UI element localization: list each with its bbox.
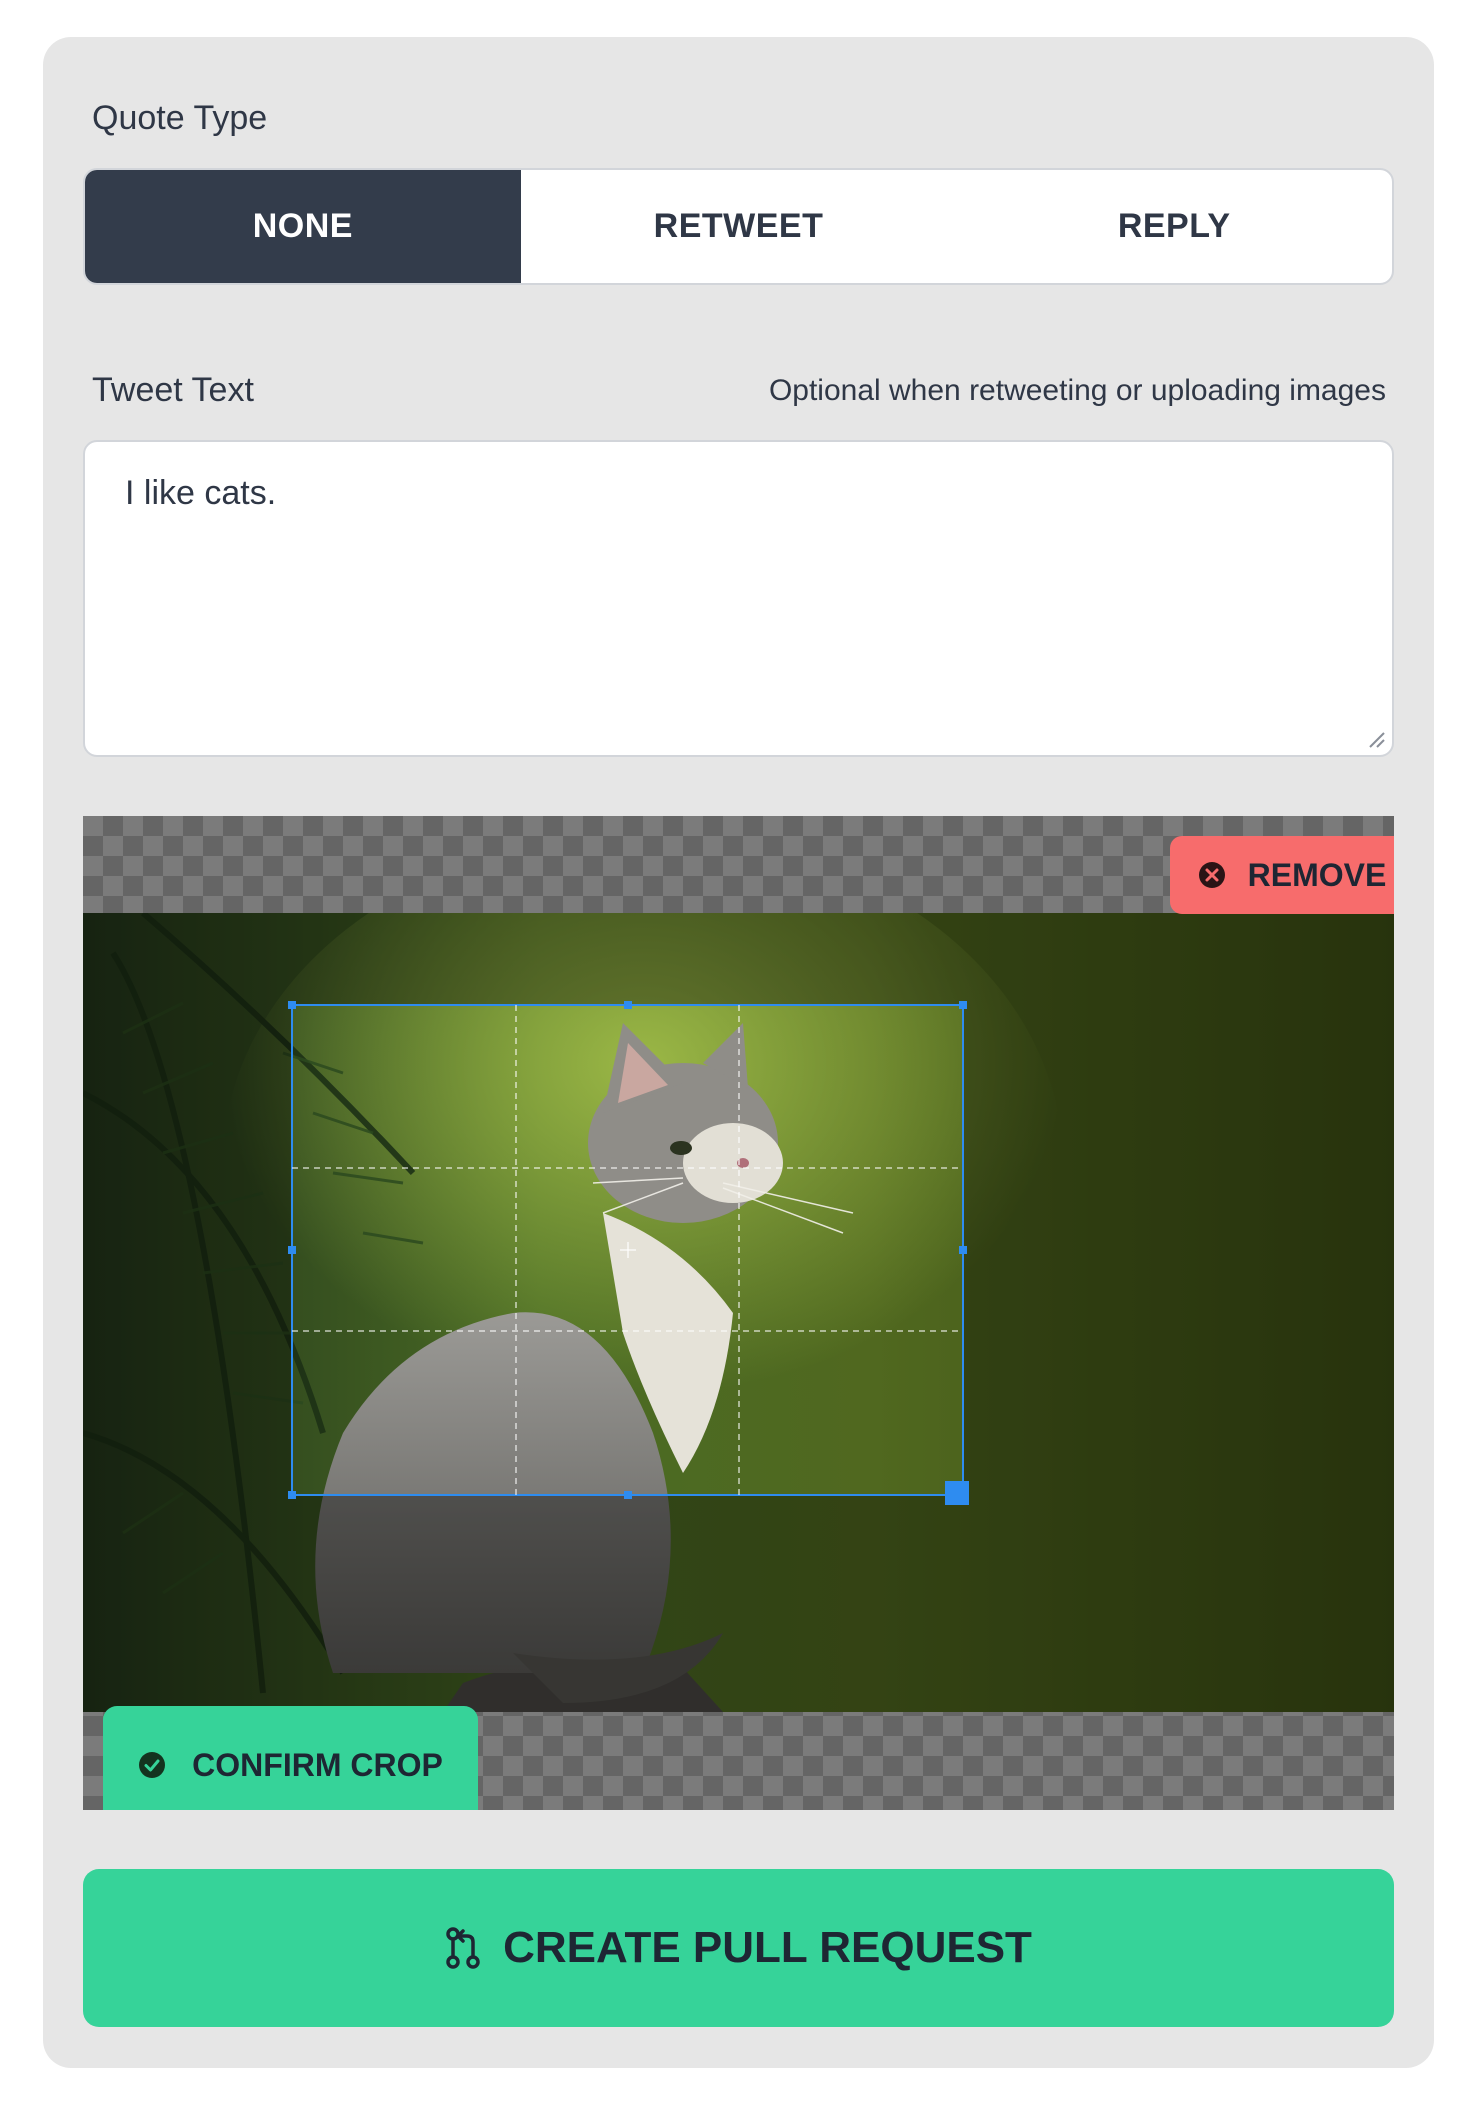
tweet-text-hint: Optional when retweeting or uploading im… <box>768 374 1386 407</box>
check-circle-icon <box>139 1752 166 1778</box>
confirm-crop-label: CONFIRM CROP <box>192 1746 443 1783</box>
x-circle-icon <box>1198 862 1225 888</box>
quote-type-option-retweet[interactable]: RETWEET <box>521 170 957 283</box>
kitten-photo <box>83 913 1394 1712</box>
create-pull-request-button[interactable]: CREATE PULL REQUEST <box>83 1869 1394 2027</box>
remove-image-button[interactable]: REMOVE <box>1170 836 1394 914</box>
create-pull-request-label: CREATE PULL REQUEST <box>503 1923 1032 1972</box>
tweet-text-input[interactable]: I like cats. <box>83 440 1394 757</box>
resize-grip-icon[interactable] <box>1366 729 1386 749</box>
pull-request-icon <box>446 1927 480 1969</box>
quote-type-label: Quote Type <box>92 99 268 137</box>
quote-type-option-none[interactable]: NONE <box>85 170 521 283</box>
image-crop-stage: REMOVE CONFIRM CROP <box>83 816 1394 1810</box>
tweet-text-value: I like cats. <box>125 474 277 512</box>
remove-label: REMOVE <box>1247 856 1387 893</box>
tweet-text-label: Tweet Text <box>92 371 254 409</box>
tweet-form-card: Quote Type NONE RETWEET REPLY Tweet Text… <box>43 37 1434 2068</box>
confirm-crop-button[interactable]: CONFIRM CROP <box>103 1706 478 1810</box>
quote-type-selector: NONE RETWEET REPLY <box>83 168 1394 285</box>
quote-type-option-reply[interactable]: REPLY <box>956 170 1392 283</box>
